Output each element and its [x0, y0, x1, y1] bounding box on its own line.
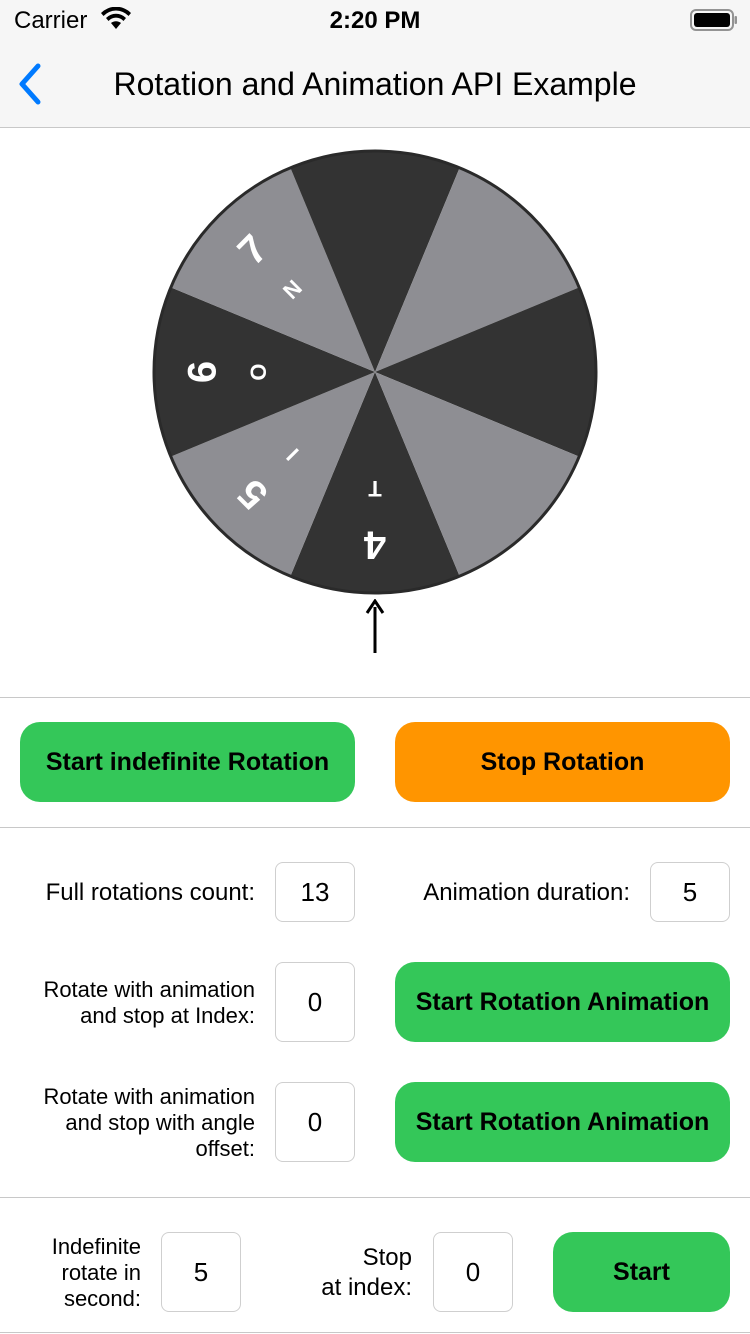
angle-offset-label: Rotate with animation and stop with angl…	[10, 1084, 255, 1162]
angle-offset-label-line: offset:	[195, 1136, 255, 1161]
wheel-number-label: 4	[363, 522, 386, 566]
start-rotation-animation-button[interactable]: Start Rotation Animation	[395, 962, 730, 1042]
full-rotations-input[interactable]	[275, 862, 355, 922]
start-indefinite-rotation-button[interactable]: Start indefinite Rotation	[20, 722, 355, 802]
wheel-number-label: 6	[181, 361, 225, 383]
stop-at-index-label-line: at index:	[321, 1274, 412, 1301]
indefinite-rotate-label: Indefinite rotate in second:	[10, 1234, 141, 1312]
stop-index-label: Rotate with animation and stop at Index:	[10, 977, 255, 1029]
animation-duration-input[interactable]	[650, 862, 730, 922]
divider	[0, 1332, 750, 1333]
indefinite-rotate-label-line: rotate in	[61, 1260, 142, 1285]
stop-rotation-button[interactable]: Stop Rotation	[395, 722, 730, 802]
stop-index-label-line: Rotate with animation	[43, 977, 255, 1002]
page-title: Rotation and Animation API Example	[113, 66, 637, 102]
start-button[interactable]: Start	[553, 1232, 730, 1312]
stop-index-input[interactable]	[275, 962, 355, 1042]
angle-offset-input[interactable]	[275, 1082, 355, 1162]
divider	[0, 1197, 750, 1198]
wheel-area: 0R1O2T3A4T5I6O7N	[0, 129, 750, 697]
angle-offset-label-line: and stop with angle	[65, 1110, 255, 1135]
wheel-letter-label: O	[246, 363, 271, 380]
navigation-bar: Rotation and Animation API Example	[0, 40, 750, 128]
rotation-wheel[interactable]: 0R1O2T3A4T5I6O7N	[151, 148, 599, 596]
divider	[0, 827, 750, 828]
indefinite-rotate-label-line: Indefinite	[51, 1234, 141, 1259]
stop-at-index-input[interactable]	[433, 1232, 513, 1312]
indefinite-rotate-label-line: second:	[63, 1286, 141, 1311]
status-bar: Carrier 2:20 PM	[0, 0, 750, 40]
pointer-arrow-icon	[365, 599, 385, 653]
divider	[0, 697, 750, 698]
battery-icon	[690, 9, 737, 31]
wheel-letter-label: T	[368, 476, 382, 501]
status-time: 2:20 PM	[329, 7, 421, 34]
indefinite-seconds-input[interactable]	[161, 1232, 241, 1312]
stop-at-index-label-line: Stop	[362, 1244, 412, 1271]
start-rotation-animation-angle-button[interactable]: Start Rotation Animation	[395, 1082, 730, 1162]
full-rotations-label: Full rotations count:	[45, 879, 255, 906]
angle-offset-label-line: Rotate with animation	[43, 1084, 255, 1109]
animation-duration-label: Animation duration:	[423, 879, 630, 906]
stop-index-label-line: and stop at Index:	[80, 1003, 255, 1028]
stop-at-index-label: Stop at index:	[290, 1243, 412, 1303]
